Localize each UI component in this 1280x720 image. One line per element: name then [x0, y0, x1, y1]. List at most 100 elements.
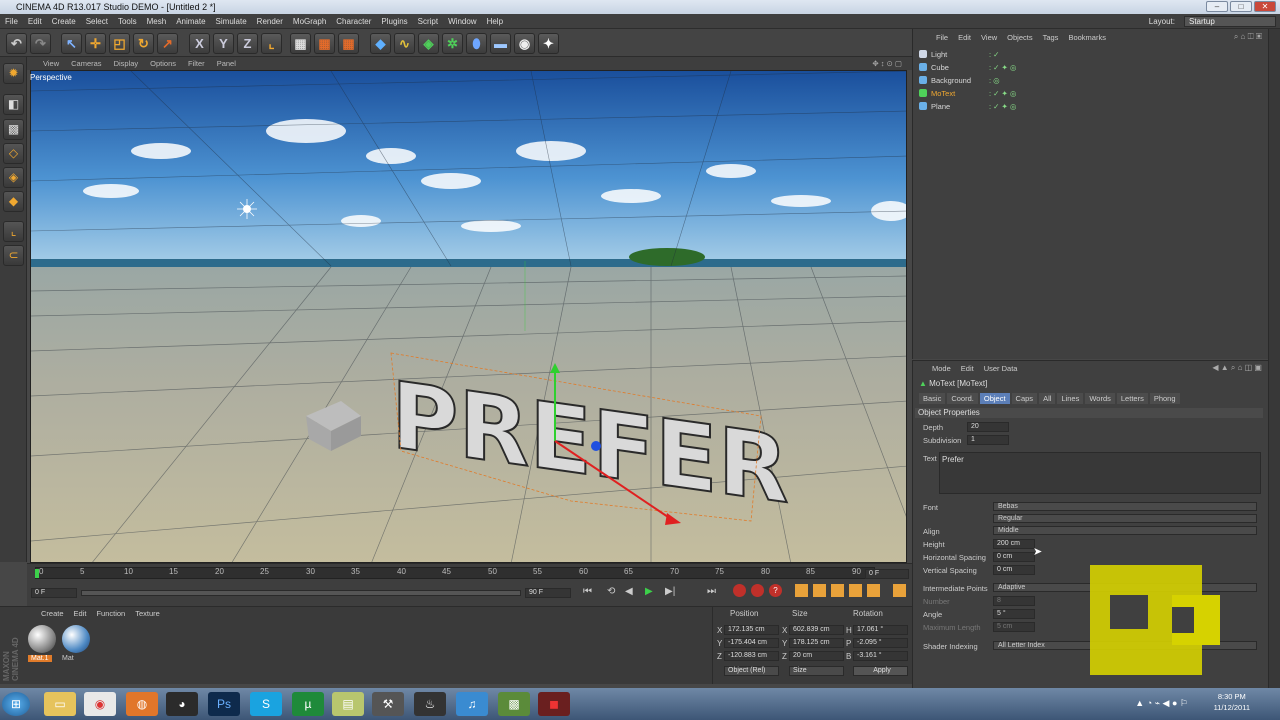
tab-all[interactable]: All: [1039, 393, 1056, 404]
menu-edit[interactable]: Edit: [23, 14, 47, 29]
polygons-mode-icon[interactable]: ◆: [3, 191, 24, 212]
minecraft-taskbar-icon[interactable]: ▩: [498, 692, 530, 716]
model-mode-icon[interactable]: ◧: [3, 94, 24, 115]
photoshop-taskbar-icon[interactable]: Ps: [208, 692, 240, 716]
firefox-taskbar-icon[interactable]: ◍: [126, 692, 158, 716]
tab-basic[interactable]: Basic: [919, 393, 946, 404]
tab-object[interactable]: Object: [979, 393, 1010, 404]
menu-simulate[interactable]: Simulate: [211, 14, 252, 29]
floor-icon[interactable]: ▬: [490, 33, 511, 54]
menu-window[interactable]: Window: [443, 14, 481, 29]
attr-nav-icons[interactable]: ◀ ▲ ⌕ ⌂ ◫ ▣: [1212, 363, 1262, 373]
live-selection-icon[interactable]: ↖: [61, 33, 82, 54]
render-settings-icon[interactable]: ▦: [338, 33, 359, 54]
viewport-menu-panel[interactable]: Panel: [211, 57, 242, 70]
z-axis-icon[interactable]: Z: [237, 33, 258, 54]
viewport-menu-view[interactable]: View: [37, 57, 65, 70]
light-icon[interactable]: ✦: [538, 33, 559, 54]
object-row-motext[interactable]: MoText: ✓ ✦ ◎: [919, 87, 1263, 100]
attr-menu-userdata[interactable]: User Data: [979, 362, 1023, 376]
right-docked-tabs[interactable]: [1268, 29, 1280, 688]
3d-viewport[interactable]: PREFER: [30, 70, 907, 563]
minimize-button[interactable]: –: [1206, 1, 1228, 12]
cube-primitive-icon[interactable]: ◆: [370, 33, 391, 54]
objects-menu-objects[interactable]: Objects: [1002, 31, 1037, 45]
pos-x-field[interactable]: 172.135 cm: [724, 625, 779, 635]
visibility-check-icon[interactable]: : ✓: [989, 48, 999, 61]
menu-animate[interactable]: Animate: [171, 14, 210, 29]
menu-create[interactable]: Create: [47, 14, 81, 29]
material-menu-function[interactable]: Function: [91, 607, 130, 621]
undo-icon[interactable]: ↶: [6, 33, 27, 54]
step-forward-icon[interactable]: ▶|: [665, 586, 675, 597]
texture-mode-icon[interactable]: ▩: [3, 119, 24, 140]
material-menu-create[interactable]: Create: [36, 607, 69, 621]
chrome-taskbar-icon[interactable]: ◉: [84, 692, 116, 716]
font-style-select[interactable]: Regular: [993, 514, 1257, 523]
size-z-field[interactable]: 20 cm: [789, 651, 844, 661]
attr-menu-edit[interactable]: Edit: [956, 362, 979, 376]
menu-select[interactable]: Select: [81, 14, 113, 29]
move-icon[interactable]: ✛: [85, 33, 106, 54]
object-manager-tools-icons[interactable]: ⌕ ⌂ ◫ ▣: [1234, 32, 1262, 42]
menu-script[interactable]: Script: [413, 14, 443, 29]
system-clock[interactable]: 8:30 PM 11/12/2011: [1214, 691, 1250, 713]
depth-field[interactable]: 20: [967, 422, 1009, 432]
hspacing-field[interactable]: 0 cm: [993, 552, 1035, 562]
object-row-light[interactable]: Light: ✓: [919, 48, 1263, 61]
goto-start-icon[interactable]: ⏮: [583, 586, 592, 597]
menu-plugins[interactable]: Plugins: [376, 14, 412, 29]
viewport-menu-cameras[interactable]: Cameras: [65, 57, 107, 70]
recorder-taskbar-icon[interactable]: ◼: [538, 692, 570, 716]
timeline-menu-icon[interactable]: [893, 584, 906, 597]
play-icon[interactable]: ▶: [645, 586, 653, 597]
skype-taskbar-icon[interactable]: S: [250, 692, 282, 716]
cinema4d-taskbar-icon[interactable]: ◕: [166, 692, 198, 716]
menu-mesh[interactable]: Mesh: [142, 14, 172, 29]
viewport-menu-filter[interactable]: Filter: [182, 57, 211, 70]
z-axis-handle[interactable]: [591, 441, 601, 451]
record-keys-icon[interactable]: [733, 584, 746, 597]
preview-range-slider[interactable]: [81, 590, 521, 596]
loop-icon[interactable]: ⟲: [607, 586, 615, 597]
material-swatch-mat1[interactable]: [28, 625, 56, 653]
menu-tools[interactable]: Tools: [113, 14, 142, 29]
goto-end-icon[interactable]: ⏭: [707, 586, 716, 597]
close-button[interactable]: ✕: [1254, 1, 1276, 12]
camera-icon[interactable]: ◉: [514, 33, 535, 54]
recent-tool-icon[interactable]: ↗: [157, 33, 178, 54]
rotate-icon[interactable]: ↻: [133, 33, 154, 54]
material-swatch-mat[interactable]: [62, 625, 90, 653]
objects-menu-edit[interactable]: Edit: [953, 31, 976, 45]
menu-file[interactable]: File: [0, 14, 23, 29]
edges-mode-icon[interactable]: ◈: [3, 167, 24, 188]
objects-menu-tags[interactable]: Tags: [1038, 31, 1064, 45]
material-menu-edit[interactable]: Edit: [69, 607, 92, 621]
axis-mode-icon[interactable]: ⌞: [3, 221, 24, 242]
number-field[interactable]: 8: [993, 596, 1035, 606]
key-scale-icon[interactable]: [813, 584, 826, 597]
pos-z-field[interactable]: -120.883 cm: [724, 651, 779, 661]
subdivision-surface-icon[interactable]: ◈: [418, 33, 439, 54]
timeline-ruler[interactable]: [35, 567, 875, 579]
tab-coord[interactable]: Coord.: [947, 393, 978, 404]
pos-y-field[interactable]: -175.404 cm: [724, 638, 779, 648]
coordinate-system-icon[interactable]: ⌞: [261, 33, 282, 54]
x-axis-icon[interactable]: X: [189, 33, 210, 54]
text-area[interactable]: Prefer: [939, 452, 1261, 494]
objects-menu-file[interactable]: File: [931, 31, 953, 45]
end-frame-field[interactable]: 90 F: [525, 588, 571, 598]
objects-menu-view[interactable]: View: [976, 31, 1002, 45]
menu-mograph[interactable]: MoGraph: [288, 14, 331, 29]
viewport-nav-icons[interactable]: ✥ ↕ ⊙ ▢: [866, 57, 908, 70]
deformer-icon[interactable]: ⬮: [466, 33, 487, 54]
y-axis-icon[interactable]: Y: [213, 33, 234, 54]
start-frame-field[interactable]: 0 F: [31, 588, 77, 598]
key-position-icon[interactable]: [795, 584, 808, 597]
steam-taskbar-icon[interactable]: ♨: [414, 692, 446, 716]
apply-button[interactable]: Apply: [853, 666, 908, 676]
maximize-button[interactable]: □: [1230, 1, 1252, 12]
rot-b-field[interactable]: -3.161 °: [853, 651, 908, 661]
font-select[interactable]: Bebas: [993, 502, 1257, 511]
points-mode-icon[interactable]: ◇: [3, 143, 24, 164]
